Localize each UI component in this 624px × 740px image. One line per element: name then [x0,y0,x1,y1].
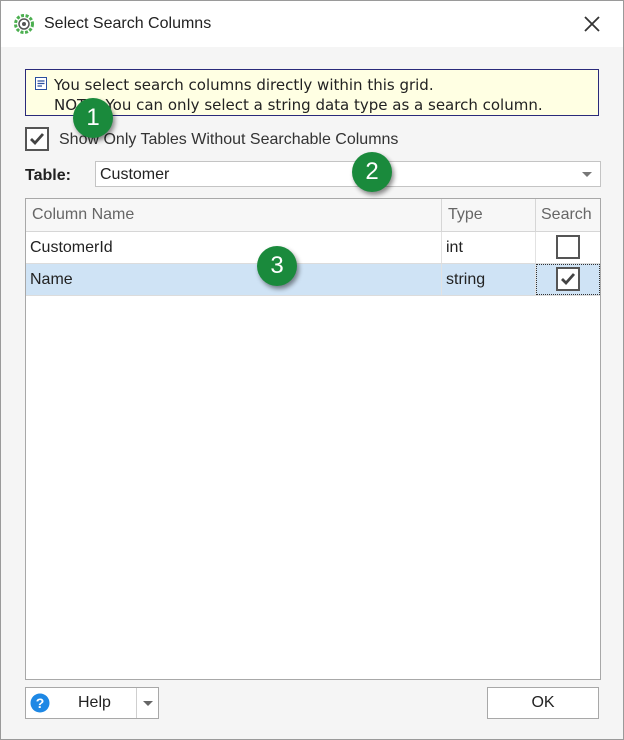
table-label: Table: [25,167,71,184]
cell-type-text: int [446,239,463,256]
svg-text:?: ? [36,695,45,711]
window-title: Select Search Columns [44,15,212,32]
grid-header: Column Name Type Search [26,199,600,232]
header-type[interactable]: Type [442,199,536,231]
search-checkbox[interactable] [556,235,580,259]
chevron-down-icon [143,701,153,706]
select-search-columns-dialog: Select Search Columns You select search … [0,0,624,740]
cell-type-text: string [446,271,486,288]
close-icon[interactable] [579,11,605,37]
table-row[interactable]: CustomerId int [26,232,600,264]
header-type-label: Type [448,206,483,223]
cell-type[interactable]: int [442,232,536,263]
help-dropdown-button[interactable] [136,688,159,718]
cell-column-name[interactable]: CustomerId [26,232,442,263]
chevron-down-icon[interactable] [582,172,592,177]
ok-button-label: OK [531,694,555,711]
help-split-button[interactable]: ? Help [25,687,159,719]
table-combobox[interactable]: Customer [95,161,601,187]
show-only-tables-checkbox[interactable] [25,127,49,151]
header-column-name[interactable]: Column Name [26,199,442,231]
cell-search[interactable] [536,232,600,263]
cell-type[interactable]: string [442,264,536,295]
header-search-label: Search [541,206,592,223]
show-only-tables-label[interactable]: Show Only Tables Without Searchable Colu… [59,131,398,149]
cell-column-name-text: Name [30,271,73,288]
title-bar: Select Search Columns [1,1,623,47]
step-badge-2: 2 [352,152,392,192]
header-column-name-label: Column Name [32,206,135,223]
help-button[interactable]: ? Help [26,688,136,718]
search-checkbox[interactable] [556,267,580,291]
cell-column-name-text: CustomerId [30,239,113,256]
cell-search[interactable] [536,264,600,295]
info-text-line2: NOTE: You can only select a string data … [54,96,543,114]
cell-column-name[interactable]: Name [26,264,442,295]
note-icon [35,77,47,90]
ok-button[interactable]: OK [487,687,599,719]
info-text-line1: You select search columns directly withi… [54,76,434,94]
checkmark-icon [561,273,576,286]
table-row[interactable]: Name string [26,264,600,296]
columns-grid: Column Name Type Search CustomerId int N… [25,198,601,680]
checkmark-icon [30,133,45,146]
help-button-label: Help [78,694,111,711]
table-combobox-value: Customer [100,166,170,183]
question-icon: ? [30,693,50,713]
app-gear-icon [14,14,34,34]
step-badge-3: 3 [257,246,297,286]
step-badge-1: 1 [73,98,113,138]
header-search[interactable]: Search [536,199,600,231]
